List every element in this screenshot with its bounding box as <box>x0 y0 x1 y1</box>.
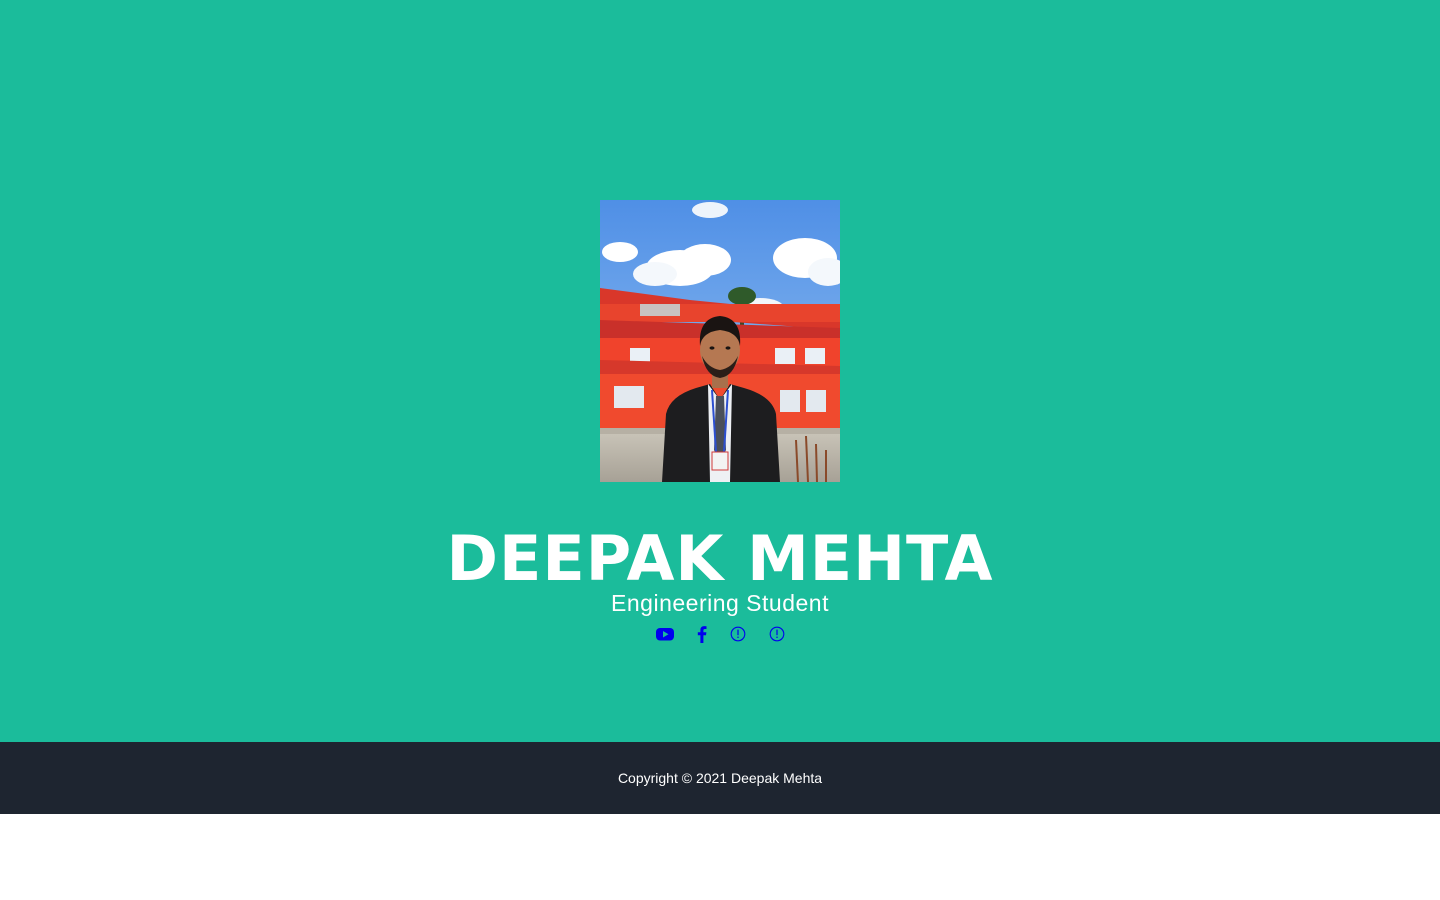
social-link-3[interactable] <box>730 624 746 644</box>
profile-tagline: Engineering Student <box>611 590 829 616</box>
hero-section: DEEPAK MEHTA Engineering Student <box>0 0 1440 742</box>
missing-icon <box>730 624 746 644</box>
missing-icon <box>769 624 785 644</box>
youtube-link[interactable] <box>656 624 674 644</box>
profile-name: DEEPAK MEHTA <box>446 522 994 595</box>
footer: Copyright © 2021 Deepak Mehta <box>0 742 1440 814</box>
facebook-icon <box>696 624 708 644</box>
social-links <box>0 624 1440 644</box>
profile-photo <box>600 200 840 482</box>
youtube-icon <box>656 624 674 644</box>
social-link-4[interactable] <box>769 624 785 644</box>
facebook-link[interactable] <box>696 624 708 644</box>
copyright-text: Copyright © 2021 Deepak Mehta <box>617 770 823 786</box>
